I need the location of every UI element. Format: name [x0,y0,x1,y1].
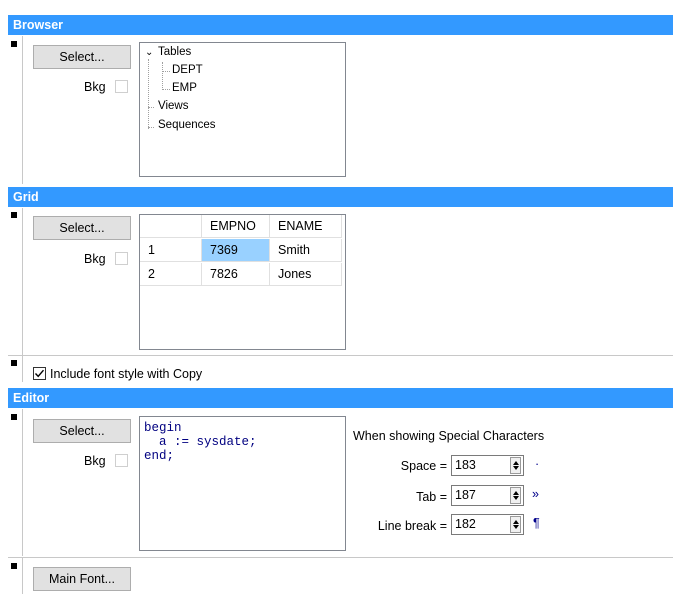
grid-cell[interactable]: Jones [270,263,342,286]
editor-section-title: Editor [13,391,50,405]
grid-bullet [11,212,17,218]
tree-connector [148,59,149,129]
include-font-divider [22,356,23,382]
grid-cell[interactable]: 7826 [202,263,270,286]
editor-select-button[interactable]: Select... [33,419,131,443]
spinner-arrows-icon[interactable] [510,487,521,504]
grid-header-cell [140,215,202,238]
grid-cell[interactable]: Smith [270,239,342,262]
browser-bkg-checkbox[interactable] [115,80,128,93]
browser-section-header: Browser [8,15,673,35]
browser-tree-panel[interactable]: ⌄ Tables DEPT EMP Views Sequences [139,42,346,177]
tree-connector [162,89,170,90]
browser-select-button[interactable]: Select... [33,45,131,69]
tree-connector [148,127,154,128]
browser-bullet [11,41,17,47]
grid-header-empno[interactable]: EMPNO [202,215,270,238]
main-font-label: Main Font... [49,572,115,586]
grid-separator [8,355,673,356]
special-chars-heading: When showing Special Characters [353,429,545,443]
chevron-down-icon[interactable]: ⌄ [145,47,153,58]
editor-select-label: Select... [59,424,105,438]
editor-bkg-checkbox[interactable] [115,454,128,467]
editor-bullet [11,414,17,420]
checkmark-icon [34,369,45,378]
grid-select-button[interactable]: Select... [33,216,131,240]
grid-divider [22,208,23,355]
main-font-divider [22,558,23,594]
grid-row-number[interactable]: 1 [140,239,202,262]
grid-bkg-checkbox[interactable] [115,252,128,265]
grid-header-ename[interactable]: ENAME [270,215,342,238]
tab-label: Tab = [416,490,447,504]
tree-item-views[interactable]: Views [158,100,188,112]
line-break-spinner[interactable]: 182 [451,514,524,535]
browser-divider [22,36,23,184]
code-line: a := sysdate; [144,435,257,449]
browser-section-title: Browser [13,18,64,32]
tab-glyph: » [532,487,539,501]
grid-section-title: Grid [13,190,39,204]
code-line: begin [144,421,182,435]
include-font-bullet [11,360,17,366]
editor-section-header: Editor [8,388,673,408]
tree-item-dept[interactable]: DEPT [172,64,203,76]
tree-connector [162,62,163,90]
space-label: Space = [400,459,447,473]
spinner-arrows-icon[interactable] [510,457,521,474]
tab-value[interactable]: 187 [455,488,476,502]
tree-connector [162,71,170,72]
grid-table-panel[interactable]: EMPNO ENAME 1 7369 Smith 2 7826 Jones [139,214,346,350]
spinner-arrows-icon[interactable] [510,516,521,533]
main-font-bullet [11,563,17,569]
tree-connector [148,107,154,108]
editor-divider [22,409,23,556]
main-font-button[interactable]: Main Font... [33,567,131,591]
tree-item-sequences[interactable]: Sequences [158,119,216,131]
grid-cell-selected[interactable]: 7369 [202,239,270,262]
space-spinner[interactable]: 183 [451,455,524,476]
line-break-label: Line break = [377,519,447,533]
tree-item-tables[interactable]: Tables [158,46,191,58]
editor-preview-panel[interactable]: begin a := sysdate; end; [139,416,346,551]
grid-row-number[interactable]: 2 [140,263,202,286]
space-value[interactable]: 183 [455,458,476,472]
include-font-label[interactable]: Include font style with Copy [50,367,202,381]
browser-select-label: Select... [59,50,105,64]
include-font-checkbox[interactable] [33,367,46,380]
grid-bkg-label: Bkg [84,252,106,266]
editor-separator [8,557,673,558]
grid-section-header: Grid [8,187,673,207]
line-break-value[interactable]: 182 [455,517,476,531]
editor-bkg-label: Bkg [84,454,106,468]
space-glyph: · [535,457,540,471]
line-break-glyph: ¶ [533,516,540,530]
code-line: end; [144,449,175,463]
tab-spinner[interactable]: 187 [451,485,524,506]
grid-select-label: Select... [59,221,105,235]
tree-item-emp[interactable]: EMP [172,82,197,94]
browser-bkg-label: Bkg [84,80,106,94]
